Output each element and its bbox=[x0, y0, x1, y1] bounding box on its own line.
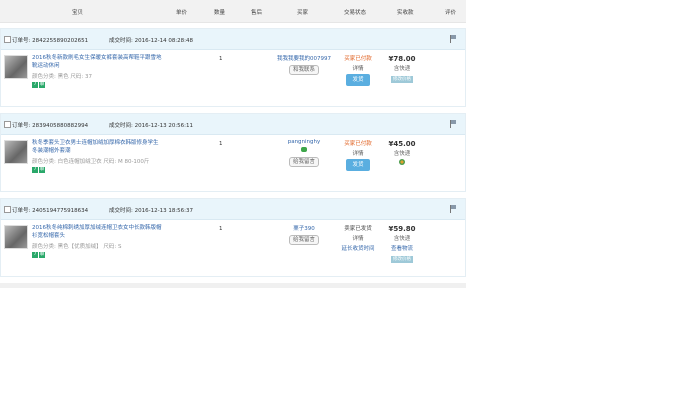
paid-amount: ¥45.00 bbox=[388, 140, 416, 148]
col-unit-price: 单价 bbox=[176, 10, 188, 16]
extend-receipt-link[interactable]: 延长收货时间 bbox=[340, 244, 376, 254]
modify-price-button[interactable]: 修改价格 bbox=[391, 256, 413, 263]
price-cell: ¥45.00 含快递 bbox=[381, 139, 423, 169]
product-thumbnail[interactable] bbox=[4, 225, 28, 249]
trade-status: 买家已付款 bbox=[344, 56, 372, 62]
buyer-cell: 栗子390 给我留言 bbox=[275, 224, 333, 245]
order-checkbox[interactable] bbox=[4, 206, 11, 213]
product-thumbnail[interactable] bbox=[4, 140, 28, 164]
order-body: 2016秋冬新款刷毛女生保暖女裤套装高帮鞋平跟雪地靴运动休闲 颜色分类: 黑色 … bbox=[1, 50, 465, 106]
col-buyer: 买家 bbox=[297, 10, 309, 16]
tag-7-icon: 7 bbox=[32, 167, 38, 173]
shipping-note: 含快递 bbox=[393, 66, 411, 72]
product-thumbnail[interactable] bbox=[4, 55, 28, 79]
product-title[interactable]: 2016秋冬纯棉刺绣加厚加绒连帽卫衣女中长款韩版帽衫宽松帽套头 bbox=[32, 224, 162, 240]
order-header: 订单号: 2842255890202651 成交时间: 2016-12-14 0… bbox=[1, 29, 465, 50]
col-after-sale: 售后 bbox=[251, 10, 263, 16]
product-tags: 7聊 bbox=[32, 166, 46, 173]
order-body: 2016秋冬纯棉刺绣加厚加绒连帽卫衣女中长款韩版帽衫宽松帽套头 颜色分类: 黑色… bbox=[1, 220, 465, 276]
quantity: 1 bbox=[219, 226, 223, 232]
ship-button[interactable]: 发货 bbox=[346, 74, 370, 86]
view-logistics-link[interactable]: 查看物流 bbox=[381, 244, 423, 254]
flag-icon[interactable] bbox=[450, 205, 456, 213]
wangwang-icon[interactable] bbox=[301, 147, 307, 152]
coin-icon bbox=[399, 159, 405, 165]
status-cell: 买家已付款 详情 发货 bbox=[340, 54, 376, 86]
paid-amount: ¥78.00 bbox=[388, 55, 416, 63]
product-sku: 颜色分类: 黑色 尺码: 37 bbox=[32, 74, 92, 80]
detail-link[interactable]: 详情 bbox=[340, 149, 376, 159]
col-quantity: 数量 bbox=[214, 10, 226, 16]
product-title[interactable]: 2016秋冬新款刷毛女生保暖女裤套装高帮鞋平跟雪地靴运动休闲 bbox=[32, 54, 162, 70]
quantity: 1 bbox=[219, 56, 223, 62]
leave-message-button[interactable]: 给我留言 bbox=[288, 157, 319, 167]
detail-link[interactable]: 详情 bbox=[340, 64, 376, 74]
price-cell: ¥59.80 含快递 查看物流 修改价格 bbox=[381, 224, 423, 264]
price-cell: ¥78.00 含快递 修改价格 bbox=[381, 54, 423, 84]
order-card: 订单号: 2405194775918634 成交时间: 2016-12-13 1… bbox=[0, 198, 466, 277]
tag-chat-icon: 聊 bbox=[39, 252, 45, 258]
status-cell: 买家已付款 详情 发货 bbox=[340, 139, 376, 171]
order-number: 订单号: 2405194775918634 bbox=[12, 208, 89, 214]
order-number: 订单号: 2842255890202651 bbox=[12, 38, 89, 44]
order-header: 订单号: 2405194775918634 成交时间: 2016-12-13 1… bbox=[1, 199, 465, 220]
trade-status: 卖家已发货 bbox=[344, 226, 372, 232]
detail-link[interactable]: 详情 bbox=[340, 234, 376, 244]
ship-button[interactable]: 发货 bbox=[346, 159, 370, 171]
tag-chat-icon: 聊 bbox=[39, 82, 45, 88]
buyer-cell: 我我我要我的007997 和我联系 bbox=[275, 54, 333, 75]
modify-price-button[interactable]: 修改价格 bbox=[391, 76, 413, 83]
product-title[interactable]: 秋冬季套头卫衣男士连帽加绒加厚棉衣韩版修身学生冬装潮帽外套潮 bbox=[32, 139, 162, 155]
buyer-name[interactable]: 我我我要我的007997 bbox=[275, 54, 333, 62]
col-trade-status: 交易状态 bbox=[344, 10, 367, 16]
paid-amount: ¥59.80 bbox=[388, 225, 416, 233]
buyer-cell: pangninghy 给我留言 bbox=[275, 139, 333, 167]
order-time: 成交时间: 2016-12-13 20:56:11 bbox=[109, 123, 194, 129]
quantity: 1 bbox=[219, 141, 223, 147]
col-product: 宝贝 bbox=[72, 10, 84, 16]
order-card: 订单号: 2839405880882994 成交时间: 2016-12-13 2… bbox=[0, 113, 466, 192]
col-paid: 实收款 bbox=[397, 10, 414, 16]
order-list: 宝贝 单价 数量 售后 买家 交易状态 实收款 评价 订单号: 28422558… bbox=[0, 0, 466, 288]
status-cell: 卖家已发货 详情 延长收货时间 bbox=[340, 224, 376, 254]
list-footer bbox=[0, 283, 466, 288]
product-sku: 颜色分类: 黑色【优质加绒】 尺码: S bbox=[32, 244, 122, 250]
order-checkbox[interactable] bbox=[4, 36, 11, 43]
leave-message-button[interactable]: 给我留言 bbox=[288, 235, 319, 245]
order-card: 订单号: 2842255890202651 成交时间: 2016-12-14 0… bbox=[0, 28, 466, 107]
table-header: 宝贝 单价 数量 售后 买家 交易状态 实收款 评价 bbox=[0, 0, 466, 23]
order-time: 成交时间: 2016-12-14 08:28:48 bbox=[109, 38, 194, 44]
product-tags: 7聊 bbox=[32, 81, 46, 88]
tag-7-icon: 7 bbox=[32, 252, 38, 258]
order-number: 订单号: 2839405880882994 bbox=[12, 123, 89, 129]
buyer-name[interactable]: 栗子390 bbox=[275, 224, 333, 232]
shipping-note: 含快递 bbox=[393, 236, 411, 242]
order-checkbox[interactable] bbox=[4, 121, 11, 128]
product-tags: 7聊 bbox=[32, 251, 46, 258]
col-rating: 评价 bbox=[445, 10, 457, 16]
tag-chat-icon: 聊 bbox=[39, 167, 45, 173]
trade-status: 买家已付款 bbox=[344, 141, 372, 147]
product-sku: 颜色分类: 白色连帽加绒卫衣 尺码: M 80-100斤 bbox=[32, 159, 150, 165]
shipping-note: 含快递 bbox=[393, 151, 411, 157]
flag-icon[interactable] bbox=[450, 35, 456, 43]
order-header: 订单号: 2839405880882994 成交时间: 2016-12-13 2… bbox=[1, 114, 465, 135]
contact-buyer-button[interactable]: 和我联系 bbox=[288, 65, 319, 75]
flag-icon[interactable] bbox=[450, 120, 456, 128]
order-body: 秋冬季套头卫衣男士连帽加绒加厚棉衣韩版修身学生冬装潮帽外套潮 颜色分类: 白色连… bbox=[1, 135, 465, 191]
order-time: 成交时间: 2016-12-13 18:56:37 bbox=[109, 208, 194, 214]
tag-7-icon: 7 bbox=[32, 82, 38, 88]
